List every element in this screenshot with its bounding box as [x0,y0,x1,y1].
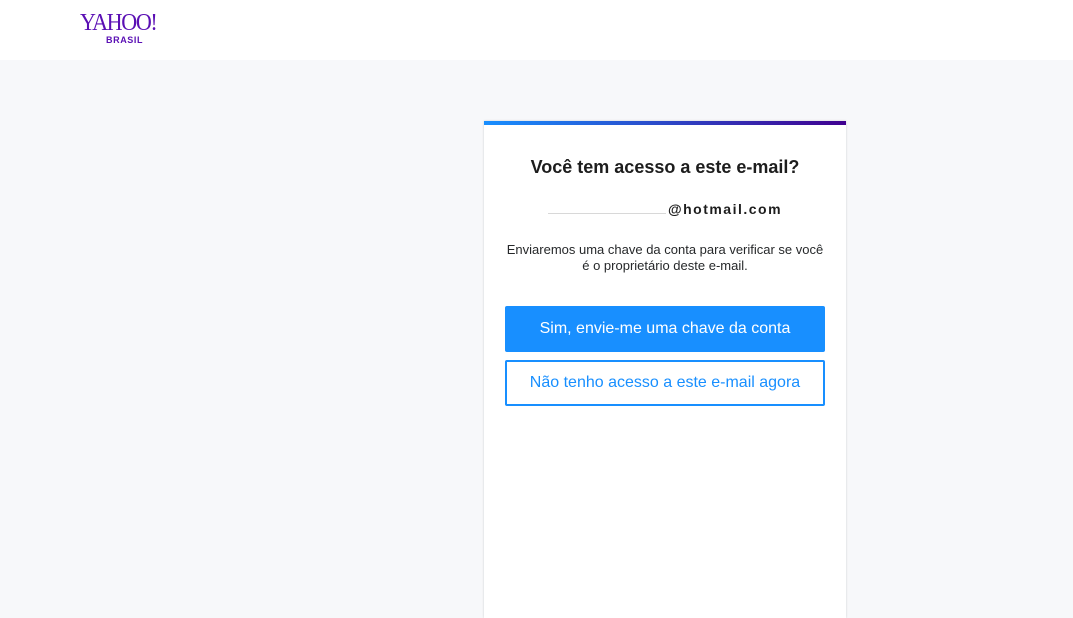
email-username-masked [547,201,666,214]
email-domain: @hotmail.com [667,201,783,217]
yahoo-logo[interactable]: YAHOO! BRASIL [80,10,176,45]
logo-region-label: BRASIL [106,35,144,45]
email-address: @hotmail.com [484,201,846,217]
account-verification-card: Você tem acesso a este e-mail? @hotmail.… [484,121,846,618]
no-access-email-button[interactable]: Não tenho acesso a este e-mail agora [505,360,825,406]
top-header: YAHOO! BRASIL [0,0,1073,60]
card-description: Enviaremos uma chave da conta para verif… [506,242,824,273]
card-title: Você tem acesso a este e-mail? [530,157,800,177]
card-accent-bar [484,121,846,125]
send-account-key-button[interactable]: Sim, envie-me uma chave da conta [505,306,825,352]
logo-wordmark: YAHOO! [80,10,158,36]
